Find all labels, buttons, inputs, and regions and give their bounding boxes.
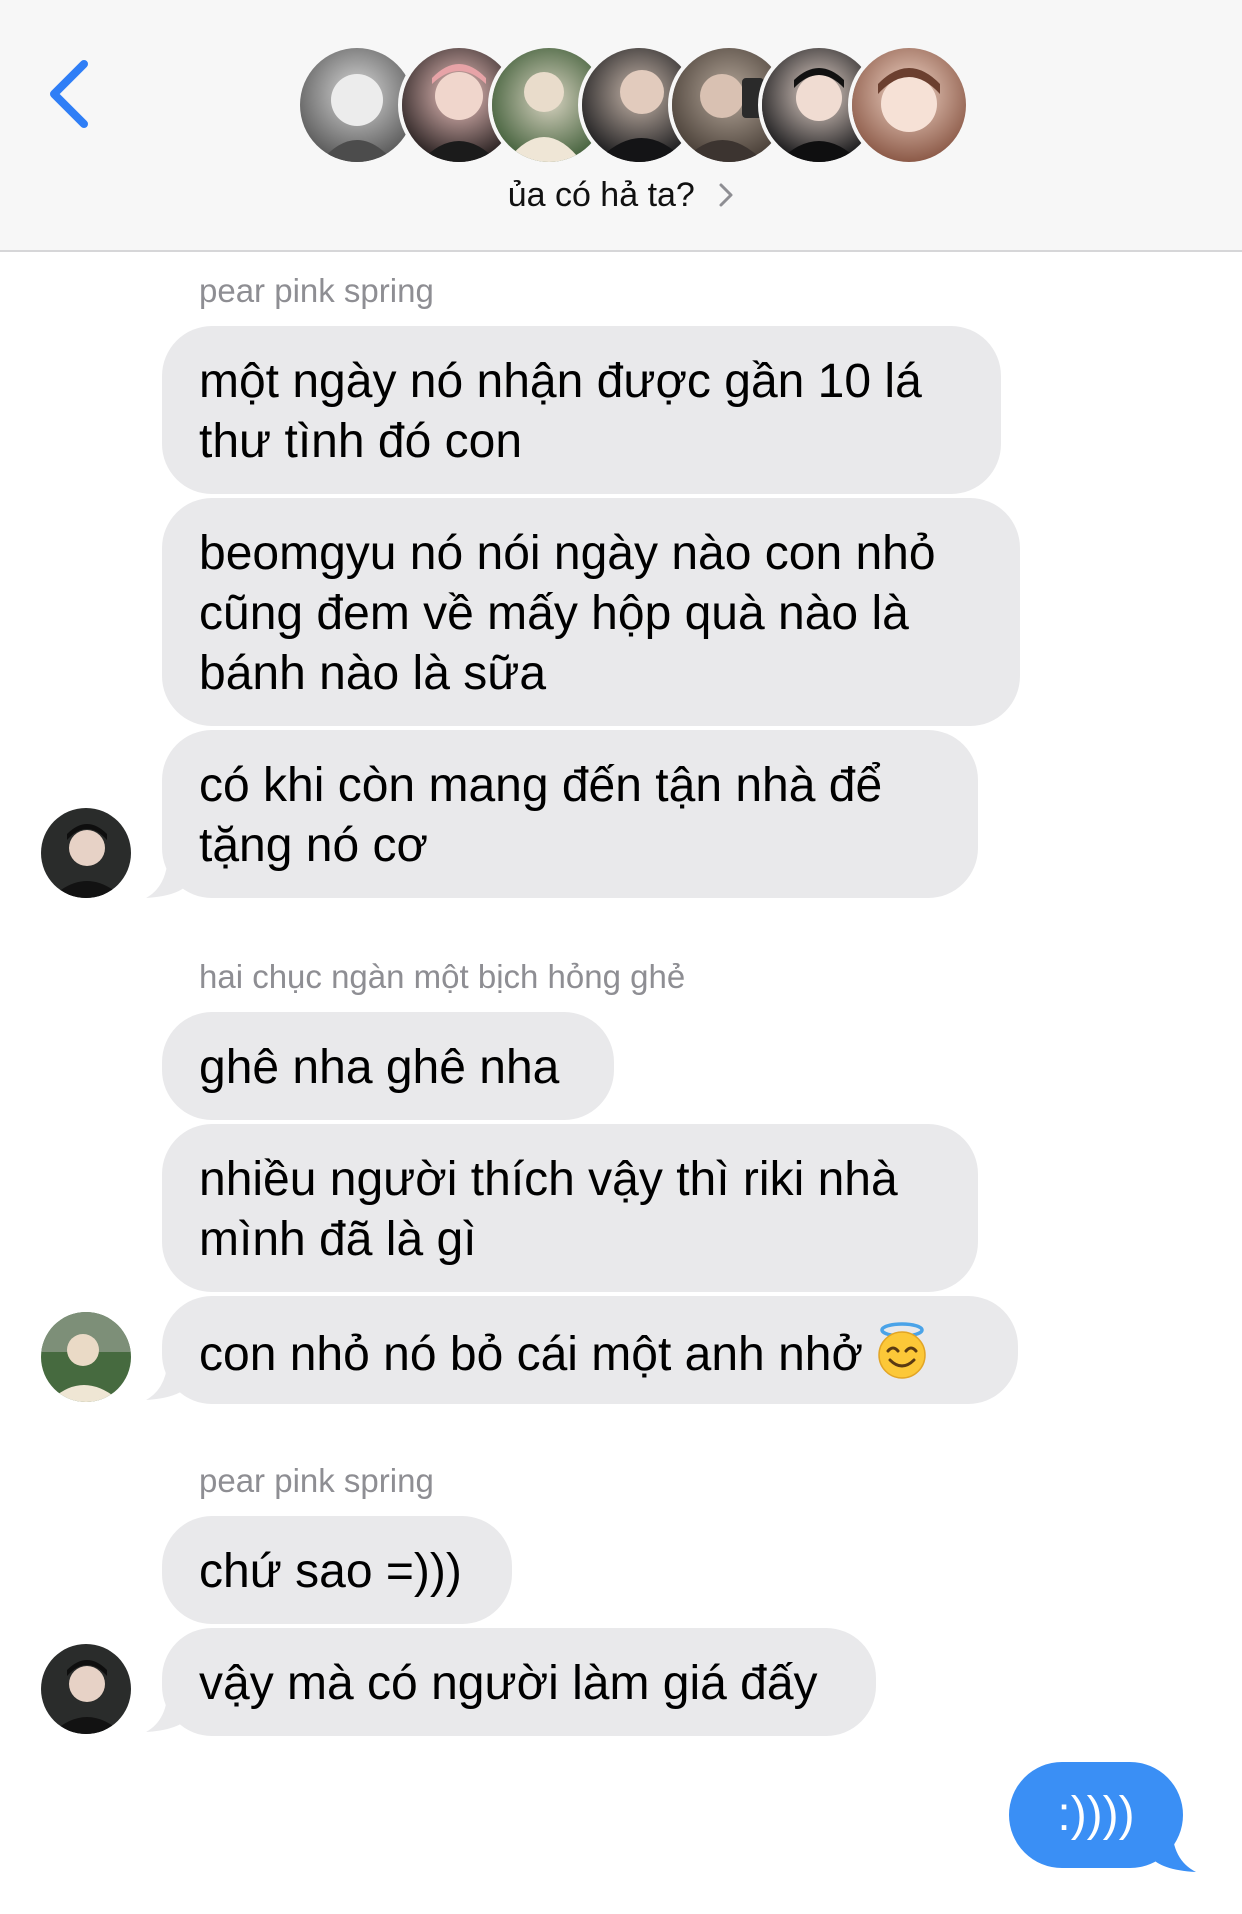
group-avatars[interactable] [0,44,1242,166]
message-line: tặng nó cơ [199,819,428,872]
message-bubble[interactable]: vậy mà có người làm giá đấy [162,1628,876,1736]
message-line: mình đã là gì [199,1213,477,1266]
conversation-title-button[interactable]: ủa có hả ta? [0,176,1242,217]
chevron-right-icon [718,178,734,217]
message-line: cũng đem về mấy hộp quà nào là [199,587,909,640]
sender-name: pear pink spring [199,1462,434,1499]
sender-name: pear pink spring [199,272,434,309]
message-line: có khi còn mang đến tận nhà để [199,759,883,812]
message-line: thư tình đó con [199,415,523,468]
message-line: bánh nào là sữa [199,647,547,700]
conversation-title: ủa có hả ta? [507,176,695,214]
message-line: con nhỏ nó bỏ cái một anh nhở [199,1328,863,1381]
outgoing-message-bubble[interactable]: :)))) [1009,1762,1183,1868]
message-bubble[interactable]: ghê nha ghê nha [162,1012,614,1120]
message-bubble[interactable]: nhiều người thích vậy thì riki nhà mình … [162,1124,978,1292]
message-bubble[interactable]: con nhỏ nó bỏ cái một anh nhở [162,1296,1018,1404]
member-avatar [848,44,970,166]
message-line: một ngày nó nhận được gần 10 lá [199,355,922,408]
message-line: vậy mà có người làm giá đấy [199,1657,818,1710]
message-line: ghê nha ghê nha [199,1041,560,1094]
message-line: chứ sao =))) [199,1545,462,1598]
message-line: beomgyu nó nói ngày nào con nhỏ [199,527,936,580]
sender-avatar[interactable] [41,1312,131,1402]
message-line: nhiều người thích vậy thì riki nhà [199,1153,898,1206]
sender-avatar[interactable] [41,808,131,898]
sender-name: hai chục ngàn một bịch hỏng ghẻ [199,958,686,995]
conversation-header: ủa có hả ta? [0,0,1242,252]
message-bubble[interactable]: beomgyu nó nói ngày nào con nhỏ cũng đem… [162,498,1020,726]
smiling-face-with-halo-icon [873,1322,931,1380]
message-bubble[interactable]: một ngày nó nhận được gần 10 lá thư tình… [162,326,1001,494]
sender-avatar[interactable] [41,1644,131,1734]
message-bubble[interactable]: chứ sao =))) [162,1516,512,1624]
message-bubble[interactable]: có khi còn mang đến tận nhà để tặng nó c… [162,730,978,898]
